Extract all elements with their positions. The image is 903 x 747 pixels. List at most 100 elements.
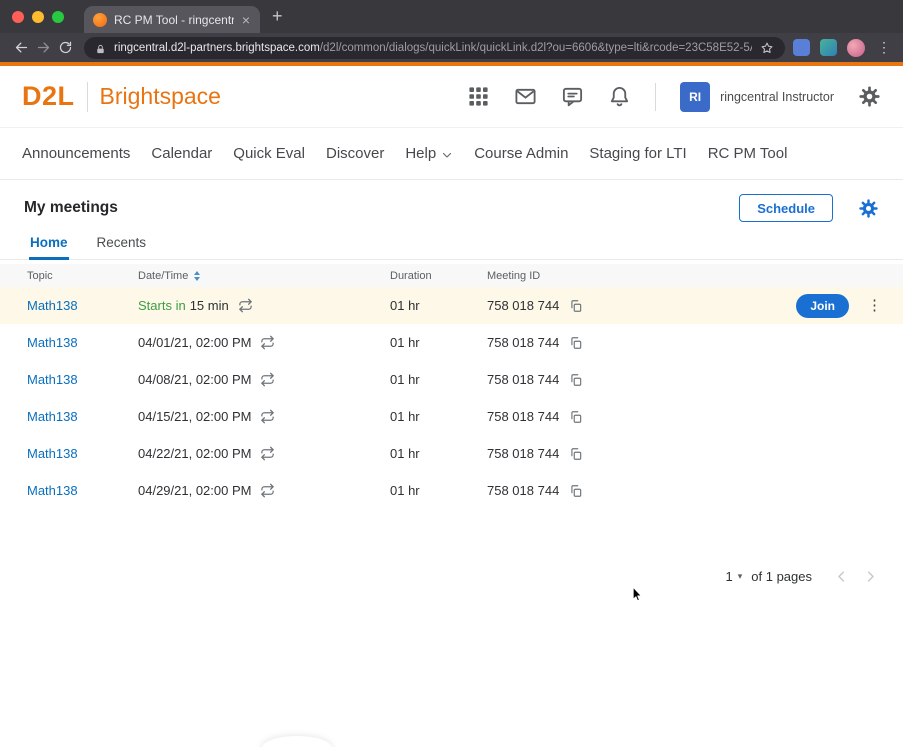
meeting-duration: 01 hr [390, 372, 487, 387]
new-tab-button[interactable]: + [260, 7, 283, 33]
mouse-cursor [629, 583, 646, 606]
nav-announcements[interactable]: Announcements [22, 145, 130, 162]
url-bar[interactable]: ringcentral.d2l-partners.brightspace.com… [84, 37, 785, 59]
extension-icon[interactable] [820, 39, 837, 56]
page-count-label: of 1 pages [751, 569, 812, 584]
pagination: 1 ▾ of 1 pages [0, 569, 878, 584]
table-row: Math138 04/29/21, 02:00 PM 01 hr 758 018… [0, 472, 903, 509]
copy-icon[interactable] [569, 484, 583, 498]
app-switcher-icon[interactable] [467, 85, 490, 108]
meeting-datetime: Starts in 15 min [138, 298, 390, 313]
brightspace-logo[interactable]: D2L Brightspace [22, 81, 221, 112]
column-header-duration: Duration [390, 270, 487, 282]
browser-toolbar: ringcentral.d2l-partners.brightspace.com… [0, 33, 903, 62]
nav-help[interactable]: Help [405, 145, 453, 162]
nav-calendar[interactable]: Calendar [151, 145, 212, 162]
recurring-icon [238, 298, 253, 313]
meetings-panel: My meetings Schedule Home Recents Topic … [0, 180, 903, 584]
browser-extensions-area: ⋮ [793, 39, 893, 57]
back-button[interactable] [10, 37, 32, 59]
avatar: RI [680, 82, 710, 112]
app-header: D2L Brightspace RI ringcentral Instructo… [0, 66, 903, 127]
table-row: Math138 04/01/21, 02:00 PM 01 hr 758 018… [0, 324, 903, 361]
schedule-button[interactable]: Schedule [739, 194, 833, 222]
meeting-id: 758 018 744 [487, 298, 667, 313]
meeting-duration: 01 hr [390, 335, 487, 350]
page-select-dropdown[interactable]: 1 ▾ [726, 569, 743, 584]
row-menu-icon[interactable]: ⋮ [864, 298, 885, 313]
mail-icon[interactable] [514, 85, 537, 108]
nav-quick-eval[interactable]: Quick Eval [233, 145, 305, 162]
recurring-icon [260, 335, 275, 350]
chat-icon[interactable] [561, 85, 584, 108]
meeting-id: 758 018 744 [487, 372, 667, 387]
bell-icon[interactable] [608, 85, 631, 108]
recurring-icon [260, 409, 275, 424]
browser-menu-icon[interactable]: ⋮ [875, 39, 893, 56]
nav-discover[interactable]: Discover [326, 145, 384, 162]
meeting-datetime: 04/22/21, 02:00 PM [138, 446, 390, 461]
window-minimize-button[interactable] [32, 11, 44, 23]
admin-gear-icon[interactable] [858, 85, 881, 108]
meeting-id: 758 018 744 [487, 409, 667, 424]
meeting-topic-link[interactable]: Math138 [27, 335, 78, 350]
column-header-datetime[interactable]: Date/Time [138, 270, 390, 282]
join-button[interactable]: Join [796, 294, 849, 318]
meeting-topic-link[interactable]: Math138 [27, 483, 78, 498]
nav-course-admin[interactable]: Course Admin [474, 145, 568, 162]
bookmark-star-icon[interactable] [760, 41, 774, 55]
tab-recents[interactable]: Recents [96, 235, 148, 259]
d2l-logo: D2L [22, 81, 75, 112]
browser-profile-avatar[interactable] [847, 39, 865, 57]
page-title: My meetings [24, 199, 118, 217]
meeting-duration: 01 hr [390, 298, 487, 313]
forward-button[interactable] [32, 37, 54, 59]
column-header-meeting-id: Meeting ID [487, 270, 667, 282]
table-header-row: Topic Date/Time Duration Meeting ID [0, 264, 903, 287]
recurring-icon [260, 446, 275, 461]
window-close-button[interactable] [12, 11, 24, 23]
nav-rc-pm-tool[interactable]: RC PM Tool [708, 145, 788, 162]
reload-button[interactable] [54, 37, 76, 59]
meeting-topic-link[interactable]: Math138 [27, 298, 78, 313]
meeting-topic-link[interactable]: Math138 [27, 372, 78, 387]
url-text: ringcentral.d2l-partners.brightspace.com… [114, 42, 752, 54]
logo-divider [87, 82, 88, 112]
meeting-topic-link[interactable]: Math138 [27, 446, 78, 461]
copy-icon[interactable] [569, 410, 583, 424]
meeting-topic-link[interactable]: Math138 [27, 409, 78, 424]
tab-favicon-icon [93, 13, 107, 27]
user-menu[interactable]: RI ringcentral Instructor [680, 82, 834, 112]
lock-icon [95, 42, 106, 53]
copy-icon[interactable] [569, 373, 583, 387]
column-header-topic: Topic [27, 270, 138, 282]
browser-tab[interactable]: RC PM Tool - ringcentral × [84, 6, 260, 33]
sort-icon [194, 271, 200, 281]
header-divider [655, 83, 656, 111]
tab-home[interactable]: Home [29, 235, 69, 259]
next-page-icon[interactable] [863, 569, 878, 584]
meeting-duration: 01 hr [390, 409, 487, 424]
course-navbar: Announcements Calendar Quick Eval Discov… [0, 127, 903, 180]
table-row: Math138 04/08/21, 02:00 PM 01 hr 758 018… [0, 361, 903, 398]
settings-gear-icon[interactable] [858, 198, 879, 219]
meeting-id: 758 018 744 [487, 446, 667, 461]
previous-page-icon[interactable] [834, 569, 849, 584]
meeting-datetime: 04/08/21, 02:00 PM [138, 372, 390, 387]
overlay-artifact [262, 736, 332, 747]
nav-staging-for-lti[interactable]: Staging for LTI [589, 145, 686, 162]
brightspace-wordmark: Brightspace [100, 83, 221, 110]
meeting-duration: 01 hr [390, 446, 487, 461]
meetings-tabs: Home Recents [0, 230, 903, 260]
copy-icon[interactable] [569, 299, 583, 313]
recurring-icon [260, 372, 275, 387]
user-name: ringcentral Instructor [720, 90, 834, 104]
table-row: Math138 04/15/21, 02:00 PM 01 hr 758 018… [0, 398, 903, 435]
extension-icon[interactable] [793, 39, 810, 56]
copy-icon[interactable] [569, 447, 583, 461]
copy-icon[interactable] [569, 336, 583, 350]
tab-close-icon[interactable]: × [241, 13, 251, 27]
meeting-duration: 01 hr [390, 483, 487, 498]
window-zoom-button[interactable] [52, 11, 64, 23]
table-row: Math138 04/22/21, 02:00 PM 01 hr 758 018… [0, 435, 903, 472]
